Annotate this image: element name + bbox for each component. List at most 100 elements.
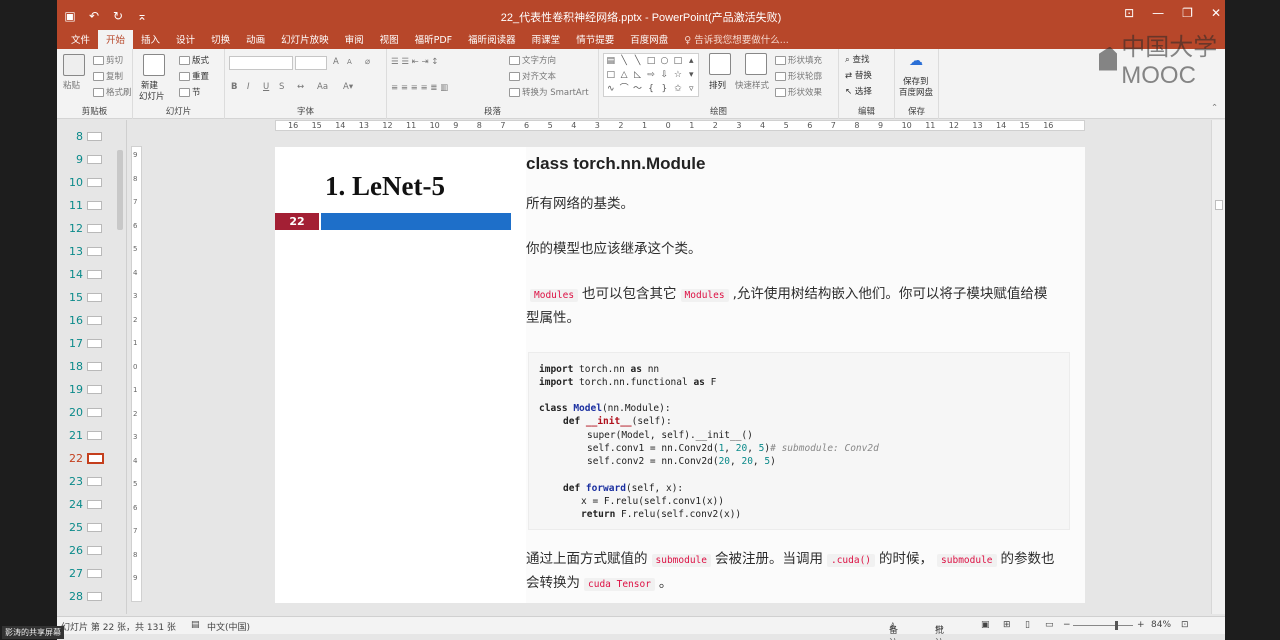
quick-styles-button[interactable]: 快速样式 [735, 79, 769, 91]
reset-button[interactable]: 重置 [179, 70, 209, 82]
tab-insert[interactable]: 插入 [133, 30, 168, 49]
slide-thumbnail[interactable]: 11 [61, 195, 102, 215]
slide-thumbnail-preview[interactable] [87, 476, 102, 486]
slide-thumbnail[interactable]: 21 [61, 425, 102, 445]
underline-button[interactable]: U [263, 82, 269, 92]
paste-icon[interactable] [63, 54, 85, 76]
slide-thumbnail[interactable]: 18 [61, 356, 102, 376]
shapes-gallery[interactable]: ▤ ╲ ╲ □ ○ □ ▴ □ △ ◺ ⇨ ⇩ ☆ ▾ ∿ ⌒ 〜{} ✩ ▿ [603, 53, 699, 97]
slide-thumbnail-preview[interactable] [87, 361, 102, 371]
section-button[interactable]: 节 [179, 86, 201, 98]
tell-me-search[interactable]: ♀ 告诉我您想要做什么... [676, 30, 797, 49]
tab-slideshow[interactable]: 幻灯片放映 [273, 30, 337, 49]
find-button[interactable]: ⌕ 查找 [845, 53, 869, 65]
slide-thumbnail-preview[interactable] [87, 452, 104, 464]
slide-thumbnail-preview[interactable] [87, 131, 102, 141]
slide-thumbnail-preview[interactable] [87, 591, 102, 601]
slide-thumbnail[interactable]: 23 [61, 471, 102, 491]
tab-foxit-reader[interactable]: 福昕阅读器 [460, 30, 524, 49]
more-shapes2-icon[interactable]: ▾ [685, 68, 698, 82]
language[interactable]: 中文(中国) [207, 620, 250, 633]
tab-design[interactable]: 设计 [168, 30, 203, 49]
zoom-in-icon[interactable]: + [1137, 620, 1145, 630]
slide-thumbnail[interactable]: 25 [61, 517, 102, 537]
slide-sorter-icon[interactable]: ⊞ [1003, 620, 1011, 630]
copy-button[interactable]: 复制 [93, 70, 123, 82]
tab-transitions[interactable]: 切换 [203, 30, 238, 49]
slide-thumbnail-preview[interactable] [87, 200, 102, 210]
select-button[interactable]: ↖ 选择 [845, 85, 872, 97]
zoom-slider-knob[interactable] [1115, 621, 1118, 630]
slide-thumbnail[interactable]: 17 [61, 333, 102, 353]
tab-foxit-pdf[interactable]: 福昕PDF [407, 30, 461, 49]
new-slide-button-line2[interactable]: 幻灯片 [139, 90, 165, 102]
reading-view-icon[interactable]: ▯ [1025, 620, 1030, 630]
slide-thumbnail-preview[interactable] [87, 430, 102, 440]
tab-file[interactable]: 文件 [63, 30, 98, 49]
slide-thumbnail[interactable]: 8 [61, 126, 102, 146]
slide-thumbnail-preview[interactable] [87, 292, 102, 302]
slide-thumbnail-preview[interactable] [87, 568, 102, 578]
arrange-button[interactable]: 排列 [709, 79, 726, 91]
slide-thumbnail-preview[interactable] [87, 407, 102, 417]
rarrow-shape-icon[interactable]: ⇨ [644, 68, 657, 82]
font-color-icon[interactable]: A▾ [343, 82, 353, 92]
font-name-field[interactable] [229, 56, 293, 70]
line-shape-icon[interactable]: ╲ [617, 54, 630, 68]
arc-shape-icon[interactable]: ⌒ [617, 82, 630, 96]
bold-button[interactable]: B [231, 82, 237, 92]
shrink-font-button[interactable]: A [347, 58, 352, 66]
change-case-icon[interactable]: Aa [317, 82, 328, 92]
slide-thumbnail-preview[interactable] [87, 499, 102, 509]
strikethrough-button[interactable]: S [279, 82, 284, 92]
text-direction-button[interactable]: 文字方向 [509, 54, 556, 66]
curve-shape-icon[interactable]: ∿ [604, 82, 617, 96]
baidu-cloud-icon[interactable]: ☁ [909, 53, 923, 69]
fit-slide-icon[interactable]: ⊡ [1181, 620, 1189, 630]
grow-font-button[interactable]: A [333, 57, 339, 67]
slide-thumbnail[interactable]: 28 [61, 586, 102, 606]
slide-thumbnail-preview[interactable] [87, 154, 102, 164]
triangle-shape-icon[interactable]: △ [617, 68, 630, 82]
darrow-shape-icon[interactable]: ⇩ [658, 68, 671, 82]
char-spacing-icon[interactable]: ↔ [297, 82, 304, 92]
arrange-icon[interactable] [709, 53, 731, 75]
paste-button[interactable]: 粘贴 [63, 79, 80, 91]
textbox-shape-icon[interactable]: ▤ [604, 54, 617, 68]
slide-title[interactable]: 1. LeNet-5 [325, 171, 445, 202]
slide-thumbnail[interactable]: 22 [61, 448, 104, 468]
more-shapes-icon[interactable]: ▴ [685, 54, 698, 68]
slide-thumbnail-preview[interactable] [87, 522, 102, 532]
slideshow-icon[interactable]: ▭ [1045, 620, 1054, 630]
tab-animations[interactable]: 动画 [238, 30, 273, 49]
slide-thumbnail-preview[interactable] [87, 223, 102, 233]
slide-thumbnail[interactable]: 16 [61, 310, 102, 330]
quick-styles-icon[interactable] [745, 53, 767, 75]
rect3-shape-icon[interactable]: □ [604, 68, 617, 82]
tab-baidu-netdisk[interactable]: 百度网盘 [622, 30, 676, 49]
tab-storyboard[interactable]: 情节提要 [568, 30, 622, 49]
slide-scrollbar[interactable] [1211, 120, 1225, 614]
close-icon[interactable]: ✕ [1211, 6, 1221, 20]
thumbnails-scrollbar[interactable] [117, 150, 123, 230]
tab-view[interactable]: 视图 [372, 30, 407, 49]
brace2-shape-icon[interactable]: } [658, 82, 671, 96]
star2-shape-icon[interactable]: ✩ [671, 82, 684, 96]
tab-review[interactable]: 审阅 [337, 30, 372, 49]
zoom-level[interactable]: 84% [1151, 620, 1171, 630]
ribbon-display-icon[interactable]: ⊡ [1124, 6, 1134, 20]
collapse-ribbon-icon[interactable]: ⌃ [1211, 103, 1218, 113]
tab-home[interactable]: 开始 [98, 30, 134, 49]
slide-thumbnail[interactable]: 20 [61, 402, 102, 422]
slide-thumbnail-preview[interactable] [87, 246, 102, 256]
wave-shape-icon[interactable]: 〜 [631, 82, 644, 96]
slide-thumbnail-preview[interactable] [87, 545, 102, 555]
slide-thumbnail[interactable]: 13 [61, 241, 102, 261]
slide-thumbnail[interactable]: 19 [61, 379, 102, 399]
shape-outline-button[interactable]: 形状轮廓 [775, 70, 822, 82]
slide-thumbnail[interactable]: 26 [61, 540, 102, 560]
format-painter-button[interactable]: 格式刷 [93, 86, 132, 98]
expand-shapes-icon[interactable]: ▿ [685, 82, 698, 96]
slide-thumbnail[interactable]: 9 [61, 149, 102, 169]
save-to-button-line2[interactable]: 百度网盘 [899, 86, 933, 98]
